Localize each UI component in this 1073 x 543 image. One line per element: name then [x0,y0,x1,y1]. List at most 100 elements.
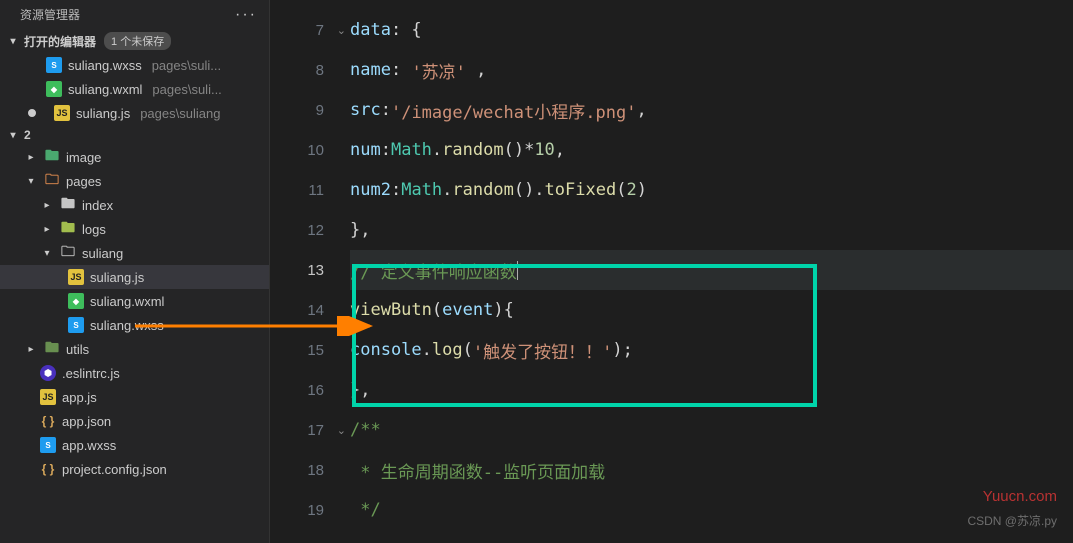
modified-dot-icon [28,109,36,117]
file-path: pages\suliang [140,106,220,121]
js-icon: JS [54,105,70,121]
code-area[interactable]: data: { name: '苏凉' , src:'/image/wechat小… [350,0,1073,543]
file-label: app.js [62,390,97,405]
wxml-icon: ◆ [68,293,84,309]
open-editors-section[interactable]: ▾ 打开的编辑器 1 个未保存 [0,29,269,53]
chevron-right-icon: ▸ [40,200,54,211]
watermark: CSDN @苏凉.py [967,512,1057,529]
line-number: 9 [316,102,324,119]
line-number: 8 [316,62,324,79]
tree-item-pages[interactable]: ▾ 🗀 pages [0,169,269,193]
line-number: 11 [308,182,324,199]
chevron-down-icon: ▾ [40,248,54,259]
line-number: 13 [307,262,324,279]
wxml-icon: ◆ [46,81,62,97]
chevron-right-icon: ▸ [24,152,38,163]
tree-item-suliang-wxml[interactable]: ◆ suliang.wxml [0,289,269,313]
line-number: 10 [307,142,324,159]
code-line: */ [350,490,1073,530]
js-icon: JS [40,389,56,405]
project-section[interactable]: ▾ 2 [0,125,269,145]
tree-item-suliang[interactable]: ▾ 🗀 suliang [0,241,269,265]
watermark: Yuucn.com [983,488,1057,505]
folder-label: utils [66,342,89,357]
file-label: project.config.json [62,462,167,477]
chevron-down-icon: ▾ [6,36,20,47]
line-number: 14 [307,302,324,319]
tree-item-suliang-js[interactable]: JS suliang.js [0,265,269,289]
file-label: .eslintrc.js [62,366,120,381]
tree-item-app-wxss[interactable]: S app.wxss [0,433,269,457]
file-path: pages\suli... [152,58,221,73]
line-number: 17 [307,422,324,439]
code-line: name: '苏凉' , [350,50,1073,90]
code-line: }, [350,210,1073,250]
code-line: /** [350,410,1073,450]
line-number: 19 [307,502,324,519]
line-number: 18 [307,462,324,479]
line-number: 15 [307,342,324,359]
code-line: * 生命周期函数--监听页面加载 [350,450,1073,490]
folder-icon: 🖿 [60,197,76,213]
tree-item-app-js[interactable]: JS app.js [0,385,269,409]
folder-icon: 🖿 [44,341,60,357]
file-name: suliang.wxss [68,58,142,73]
file-path: pages\suli... [152,82,221,97]
project-name: 2 [24,128,31,142]
folder-open-icon: 🗀 [60,245,76,261]
code-line: viewButn(event){ [350,290,1073,330]
line-number: 16 [307,382,324,399]
wxss-icon: S [68,317,84,333]
text-cursor [517,261,518,280]
code-line: src:'/image/wechat小程序.png', [350,90,1073,130]
folder-label: suliang [82,246,123,261]
folder-icon: 🖿 [60,221,76,237]
tree-item-eslintrc[interactable]: ⬢ .eslintrc.js [0,361,269,385]
folder-label: index [82,198,113,213]
line-gutter: 7 ⌄ 8 9 10 11 12 13 14 15 16 17 ⌄ 18 19 [270,0,350,543]
tree-item-logs[interactable]: ▸ 🖿 logs [0,217,269,241]
more-icon[interactable]: ··· [235,9,257,21]
file-label: suliang.wxml [90,294,164,309]
code-editor[interactable]: 7 ⌄ 8 9 10 11 12 13 14 15 16 17 ⌄ 18 19 da… [270,0,1073,543]
tree-item-app-json[interactable]: { } app.json [0,409,269,433]
tree-item-index[interactable]: ▸ 🖿 index [0,193,269,217]
folder-label: image [66,150,101,165]
chevron-right-icon: ▸ [40,224,54,235]
fold-icon[interactable]: ⌄ [337,24,346,37]
eslint-icon: ⬢ [40,365,56,381]
wxss-icon: S [40,437,56,453]
folder-icon: 🖿 [44,149,60,165]
chevron-right-icon: ▸ [24,344,38,355]
sidebar: 资源管理器 ··· ▾ 打开的编辑器 1 个未保存 S suliang.wxss… [0,0,270,543]
fold-icon[interactable]: ⌄ [337,424,346,437]
chevron-down-icon: ▾ [24,176,38,187]
editor-item[interactable]: ◆ suliang.wxml pages\suli... [0,77,269,101]
tree-item-utils[interactable]: ▸ 🖿 utils [0,337,269,361]
code-line: console.log('触发了按钮！！'); [350,330,1073,370]
code-line: // 定义事件响应函数 [350,250,1073,290]
code-line: num2:Math.random().toFixed(2) [350,170,1073,210]
folder-label: logs [82,222,106,237]
code-line: data: { [350,10,1073,50]
editor-item[interactable]: S suliang.wxss pages\suli... [0,53,269,77]
tree-item-image[interactable]: ▸ 🖿 image [0,145,269,169]
explorer-header: 资源管理器 ··· [0,0,269,29]
tree-item-suliang-wxss[interactable]: S suliang.wxss [0,313,269,337]
file-label: suliang.js [90,270,144,285]
editor-item[interactable]: JS suliang.js pages\suliang [0,101,269,125]
json-icon: { } [40,461,56,477]
open-editors-label: 打开的编辑器 [24,33,96,50]
json-icon: { } [40,413,56,429]
tree-item-project-config[interactable]: { } project.config.json [0,457,269,481]
wxss-icon: S [46,57,62,73]
file-label: app.wxss [62,438,116,453]
file-name: suliang.js [76,106,130,121]
line-number: 7 [316,22,324,39]
file-label: suliang.wxss [90,318,164,333]
file-label: app.json [62,414,111,429]
line-number: 12 [307,222,324,239]
folder-open-icon: 🗀 [44,173,60,189]
code-line: }, [350,370,1073,410]
code-line: num:Math.random()*10, [350,130,1073,170]
